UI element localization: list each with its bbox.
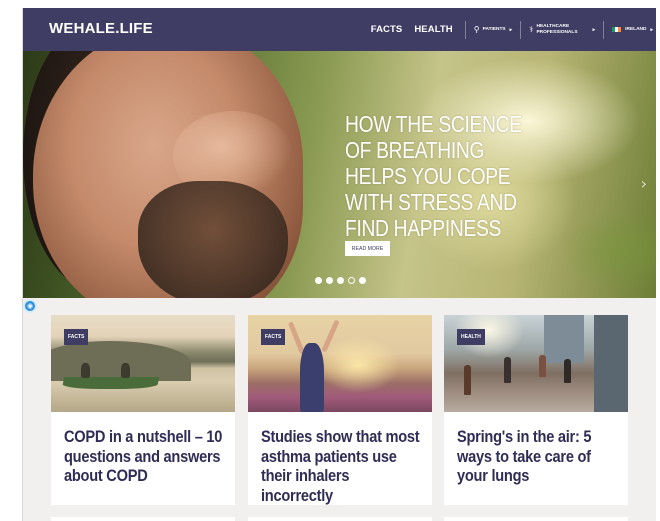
card-tag[interactable]: FACTS: [261, 329, 286, 345]
card-title[interactable]: Studies show that most asthma patients u…: [261, 427, 424, 505]
nav-healthcare-dropdown[interactable]: ⚕ HEALTHCARE PROFESSIONALS ▸: [529, 24, 595, 36]
nav-healthcare-label: HEALTHCARE PROFESSIONALS: [536, 23, 578, 35]
article-card[interactable]: HEALTH Spring's in the air: 5 ways to ta…: [444, 315, 628, 505]
caret-right-icon: ▸: [592, 26, 596, 33]
card-image-arm: [321, 319, 340, 353]
nav-divider: [464, 20, 466, 39]
card-image-person: [504, 357, 511, 383]
card-image-person: [539, 355, 546, 377]
nav-divider: [603, 20, 605, 39]
caret-right-icon: ▸: [509, 26, 513, 33]
card-title[interactable]: Spring's in the air: 5 ways to take care…: [457, 427, 620, 486]
article-cards: FACTS COPD in a nutshell – 10 questions …: [51, 315, 631, 521]
nav-divider: [520, 20, 522, 39]
article-card[interactable]: FACTS COPD in a nutshell – 10 questions …: [51, 315, 235, 505]
card-image-person: [300, 343, 324, 412]
nav-patients-dropdown[interactable]: ⚲ PATIENTS ▸: [473, 24, 513, 34]
next-card-stub: [51, 517, 235, 521]
card-tag[interactable]: FACTS: [64, 329, 89, 345]
carousel-dot[interactable]: [337, 277, 344, 284]
nav-patients-label: PATIENTS: [482, 26, 506, 32]
read-more-button[interactable]: READ MORE: [345, 241, 390, 256]
card-tag[interactable]: HEALTH: [457, 329, 485, 345]
page-frame: WEHALE.LIFE FACTS HEALTH ⚲ PATIENTS ▸ ⚕ …: [22, 8, 656, 521]
card-image-person: [81, 363, 90, 378]
carousel-dot[interactable]: [326, 277, 333, 284]
carousel-dot[interactable]: [348, 277, 355, 284]
card-image-person: [564, 359, 571, 383]
card-image-building: [544, 315, 584, 363]
ireland-flag-icon: [612, 27, 622, 32]
site-header: WEHALE.LIFE FACTS HEALTH ⚲ PATIENTS ▸ ⚕ …: [23, 8, 656, 51]
caret-right-icon: ▸: [650, 26, 653, 33]
nav-country-label: IRELAND: [625, 26, 647, 32]
card-image-canoe: [61, 377, 160, 389]
site-logo[interactable]: WEHALE.LIFE: [49, 20, 153, 37]
article-card[interactable]: FACTS Studies show that most asthma pati…: [248, 315, 432, 505]
card-image-person: [121, 363, 130, 378]
stethoscope-icon: ⚕: [529, 24, 534, 34]
hero-title[interactable]: HOW THE SCIENCE OF BREATHING HELPS YOU C…: [345, 111, 550, 241]
nav-country-dropdown[interactable]: IRELAND ▸: [612, 27, 653, 33]
card-title[interactable]: COPD in a nutshell – 10 questions and an…: [64, 427, 227, 486]
hero-image-beard: [138, 181, 288, 298]
next-card-stub: [444, 517, 628, 521]
card-image-building: [594, 315, 628, 412]
main-nav: FACTS HEALTH ⚲ PATIENTS ▸ ⚕ HEALTHCARE P…: [371, 8, 656, 51]
hero-carousel[interactable]: HOW THE SCIENCE OF BREATHING HELPS YOU C…: [23, 51, 656, 298]
nav-facts[interactable]: FACTS: [371, 24, 403, 35]
person-icon: ⚲: [473, 24, 480, 34]
nav-health[interactable]: HEALTH: [414, 24, 452, 35]
chevron-right-icon[interactable]: ›: [641, 174, 647, 193]
card-image-person: [464, 365, 471, 395]
carousel-dot[interactable]: [315, 277, 322, 284]
carousel-dots: [315, 277, 366, 284]
accessibility-widget-icon[interactable]: ◉: [23, 299, 37, 313]
next-card-stub: [248, 517, 432, 521]
carousel-dot[interactable]: [359, 277, 366, 284]
